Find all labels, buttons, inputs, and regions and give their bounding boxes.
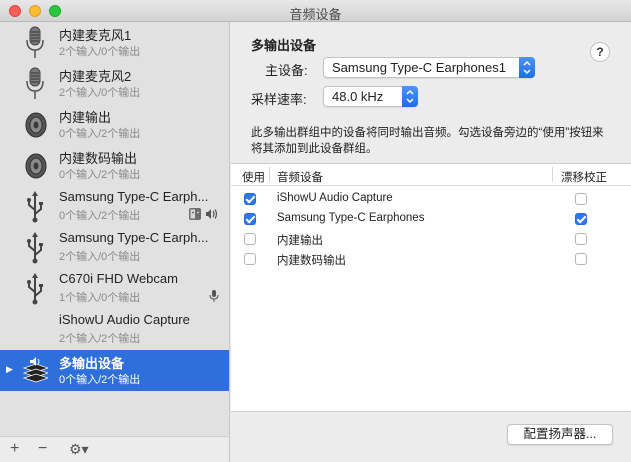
column-audio-device[interactable]: 音频设备: [277, 169, 323, 185]
device-io: 0个输入/2个输出: [59, 128, 141, 140]
device-item-webcam[interactable]: C670i FHD Webcam 1个输入/0个输出: [0, 268, 229, 309]
configure-speakers-button[interactable]: 配置扬声器...: [507, 424, 613, 445]
help-button[interactable]: ?: [590, 42, 610, 62]
master-device-label: 主设备:: [265, 63, 308, 78]
microphone-icon: [26, 26, 44, 58]
device-item-builtin-mic-1[interactable]: 内建麦克风1 2个输入/0个输出: [0, 22, 229, 63]
group-description: 此多输出群组中的设备将同时输出音频。勾选设备旁边的“使用”按钮来将其添加到此设备…: [251, 127, 604, 155]
device-name: 内建数码输出: [59, 151, 138, 166]
use-checkbox[interactable]: [244, 253, 256, 265]
page-title: 多输出设备: [251, 38, 317, 53]
multi-output-icon: [22, 357, 48, 383]
usb-icon: [27, 232, 43, 264]
device-list: 内建麦克风1 2个输入/0个输出 内建麦克风2 2个输入/0个输出 内建输出 0…: [0, 22, 230, 436]
device-name: 内建麦克风2: [59, 69, 132, 84]
table-row: 内建输出: [231, 229, 631, 249]
device-detail-panel: 多输出设备 ? 主设备: Samsung Type-C Earphones1 采…: [231, 22, 631, 462]
use-checkbox[interactable]: [244, 233, 256, 245]
subdevice-name: Samsung Type-C Earphones: [277, 212, 425, 224]
device-name: Samsung Type-C Earph...: [59, 189, 209, 204]
device-io: 0个输入/2个输出: [59, 169, 141, 181]
microphone-icon: [26, 67, 44, 99]
title-bar: 音频设备: [0, 0, 631, 22]
drift-checkbox[interactable]: [575, 253, 587, 265]
table-row: 内建数码输出: [231, 249, 631, 269]
speaker-icon: [25, 112, 47, 138]
drift-checkbox[interactable]: [575, 233, 587, 245]
device-io: 1个输入/0个输出: [59, 292, 141, 304]
device-io: 2个输入/0个输出: [59, 251, 141, 263]
sidebar-footer: + − ⚙▾: [0, 436, 230, 462]
disclosure-triangle-icon[interactable]: ▶: [6, 364, 13, 375]
device-io: 0个输入/2个输出: [59, 210, 141, 222]
device-item-ishowu[interactable]: iShowU Audio Capture 2个输入/2个输出: [0, 309, 229, 350]
table-row: iShowU Audio Capture: [231, 189, 631, 209]
master-device-select[interactable]: Samsung Type-C Earphones1: [323, 57, 535, 78]
popup-stepper-icon: [519, 57, 535, 78]
subdevice-name: 内建输出: [277, 235, 323, 247]
usb-icon: [27, 273, 43, 305]
table-row: Samsung Type-C Earphones: [231, 209, 631, 229]
device-name: C670i FHD Webcam: [59, 271, 178, 286]
subdevice-name: 内建数码输出: [277, 255, 346, 267]
device-item-builtin-digital-output[interactable]: 内建数码输出 0个输入/2个输出: [0, 145, 229, 186]
device-badges: [209, 290, 219, 302]
subdevice-name: iShowU Audio Capture: [277, 192, 393, 204]
column-use[interactable]: 使用: [242, 169, 265, 185]
remove-device-button[interactable]: −: [38, 440, 47, 458]
popup-stepper-icon: [402, 86, 418, 107]
device-io: 2个输入/2个输出: [59, 333, 141, 345]
column-drift-correction[interactable]: 漂移校正: [561, 169, 607, 185]
device-item-builtin-output[interactable]: 内建输出 0个输入/2个输出: [0, 104, 229, 145]
device-io: 2个输入/0个输出: [59, 87, 141, 99]
usb-icon: [27, 191, 43, 223]
gear-menu-button[interactable]: ⚙▾: [69, 441, 89, 458]
speaker-small-icon: [206, 209, 218, 219]
device-name: 内建输出: [59, 110, 112, 125]
device-item-multi-output[interactable]: ▶ 多输出设备 0个输入/2个输出: [0, 350, 229, 391]
master-device-value: Samsung Type-C Earphones1: [332, 60, 506, 75]
sample-rate-value: 48.0 kHz: [332, 89, 384, 104]
speaker-icon: [25, 153, 47, 179]
device-io: 0个输入/2个输出: [59, 374, 141, 386]
subdevice-table: 使用 音频设备 漂移校正 iShowU Audio Capture Samsun…: [231, 163, 631, 412]
device-badges: [189, 208, 219, 220]
sample-rate-label: 采样速率:: [251, 92, 307, 107]
device-item-builtin-mic-2[interactable]: 内建麦克风2 2个输入/0个输出: [0, 63, 229, 104]
device-item-samsung-output[interactable]: Samsung Type-C Earph... 0个输入/2个输出: [0, 186, 229, 227]
device-name: 内建麦克风1: [59, 28, 132, 43]
window-title: 音频设备: [289, 7, 342, 22]
add-device-button[interactable]: +: [10, 440, 19, 458]
sample-rate-select[interactable]: 48.0 kHz: [323, 86, 418, 107]
device-name: iShowU Audio Capture: [59, 312, 190, 327]
device-name: Samsung Type-C Earph...: [59, 230, 209, 245]
drift-checkbox[interactable]: [575, 193, 587, 205]
audio-devices-window: 音频设备 内建麦克风1 2个输入/0个输出 内建麦克风2 2个输入/0个输出 内…: [0, 0, 631, 462]
device-item-samsung-input[interactable]: Samsung Type-C Earph... 2个输入/0个输出: [0, 227, 229, 268]
drift-checkbox[interactable]: [575, 213, 587, 225]
use-checkbox[interactable]: [244, 193, 256, 205]
table-header: 使用 音频设备 漂移校正: [231, 164, 631, 186]
mic-small-icon: [209, 290, 219, 302]
use-checkbox[interactable]: [244, 213, 256, 225]
device-io: 2个输入/0个输出: [59, 46, 141, 58]
device-name: 多输出设备: [59, 356, 125, 371]
finder-icon: [189, 208, 201, 220]
